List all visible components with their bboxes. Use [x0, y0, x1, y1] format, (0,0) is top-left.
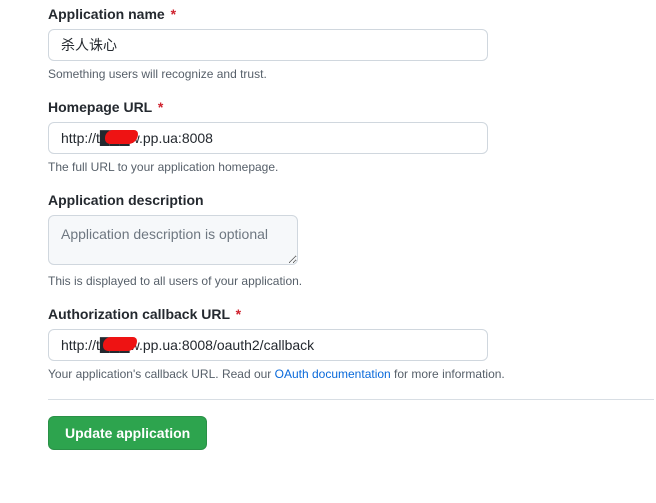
field-app-name: Application name * Something users will … [48, 6, 654, 81]
label-text: Application description [48, 192, 204, 208]
input-homepage-url[interactable] [48, 122, 488, 154]
field-callback-url: Authorization callback URL * Your applic… [48, 306, 654, 381]
hint-text-after: for more information. [391, 367, 505, 381]
hint-homepage-url: The full URL to your application homepag… [48, 160, 654, 174]
label-description: Application description [48, 192, 654, 208]
oauth-documentation-link[interactable]: OAuth documentation [275, 367, 391, 381]
hint-app-name: Something users will recognize and trust… [48, 67, 654, 81]
hint-text-before: Your application's callback URL. Read ou… [48, 367, 275, 381]
label-app-name: Application name * [48, 6, 654, 22]
input-description[interactable] [48, 215, 298, 265]
field-description: Application description This is displaye… [48, 192, 654, 288]
hint-description: This is displayed to all users of your a… [48, 274, 654, 288]
label-homepage-url: Homepage URL * [48, 99, 654, 115]
label-callback-url: Authorization callback URL * [48, 306, 654, 322]
field-homepage-url: Homepage URL * The full URL to your appl… [48, 99, 654, 174]
required-asterisk: * [158, 99, 163, 115]
label-text: Homepage URL [48, 99, 152, 115]
label-text: Application name [48, 6, 165, 22]
input-app-name[interactable] [48, 29, 488, 61]
label-text: Authorization callback URL [48, 306, 230, 322]
divider [48, 399, 654, 400]
input-callback-url[interactable] [48, 329, 488, 361]
required-asterisk: * [171, 6, 176, 22]
required-asterisk: * [236, 306, 241, 322]
update-application-button[interactable]: Update application [48, 416, 207, 450]
hint-callback-url: Your application's callback URL. Read ou… [48, 367, 654, 381]
